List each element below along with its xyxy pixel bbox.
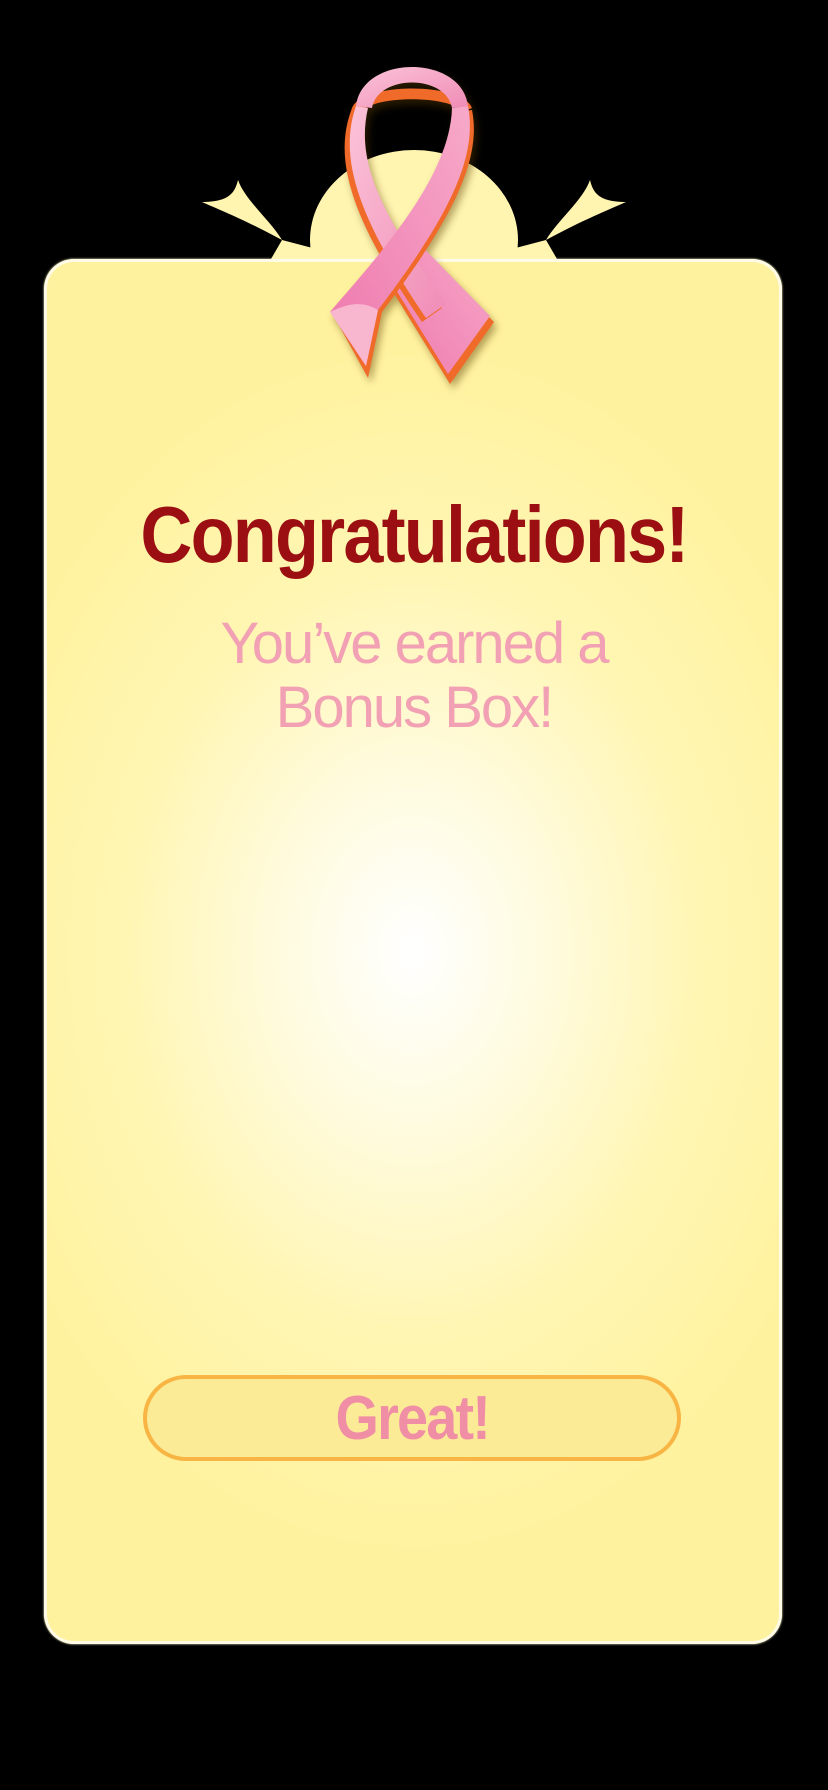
great-button-label: Great! — [335, 1383, 490, 1453]
screen: Congratulations! You’ve earned a Bonus B… — [0, 0, 828, 1790]
dialog-message: You’ve earned a Bonus Box! — [0, 612, 828, 740]
great-button[interactable]: Great! — [143, 1375, 681, 1461]
dialog-title: Congratulations! — [140, 490, 689, 579]
pink-ribbon-icon — [330, 67, 494, 384]
dialog-message-line-1: You’ve earned a — [220, 611, 609, 676]
dialog-message-line-2: Bonus Box! — [275, 675, 555, 740]
